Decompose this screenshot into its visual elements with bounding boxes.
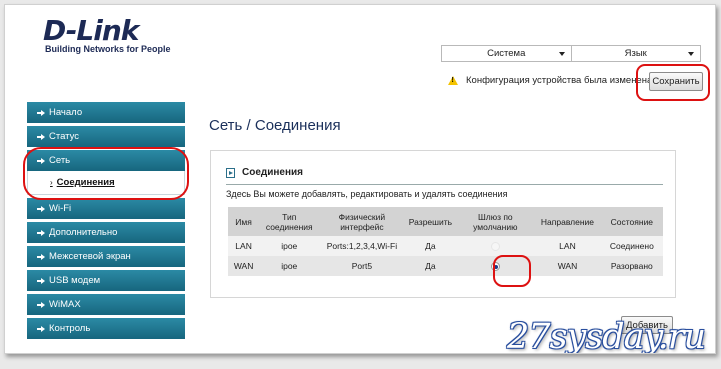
sidebar-item-wifi[interactable]: Wi-Fi (27, 198, 185, 219)
page-title: Сеть / Соединения (209, 117, 341, 134)
cell-type: ipoe (259, 236, 320, 256)
language-menu-label: Язык (624, 48, 647, 59)
arrow-right-icon (37, 301, 45, 308)
brand-tagline: Building Networks for People (45, 44, 171, 54)
divider (226, 184, 663, 185)
column-header: Разрешить (404, 207, 457, 236)
column-header: Направление (534, 207, 601, 236)
sidebar-item-label: Wi-Fi (49, 203, 72, 214)
cell-name: WAN (228, 256, 260, 276)
system-menu[interactable]: Система (442, 46, 572, 61)
sidebar-item-label: Статус (49, 131, 80, 142)
cell-state: Соединено (600, 236, 663, 256)
warning-icon (448, 76, 458, 85)
arrow-right-icon (37, 205, 45, 212)
sidebar-item-network[interactable]: Сеть (27, 150, 185, 171)
sidebar-item-control[interactable]: Контроль (27, 318, 185, 339)
system-menu-label: Система (487, 48, 526, 59)
sidebar-item-label: Контроль (49, 323, 91, 334)
top-menu-bar: Система Язык (441, 45, 701, 62)
sidebar: Начало Статус Сеть › Соединения Wi-Fi До… (27, 102, 185, 342)
cell-gateway (456, 236, 535, 256)
sidebar-item-label: WiMAX (49, 299, 81, 310)
sidebar-item-home[interactable]: Начало (27, 102, 185, 123)
column-header: Физический интерфейс (319, 207, 405, 236)
cell-name: LAN (228, 236, 260, 256)
notice-text: Конфигурация устройства была изменена (466, 75, 653, 86)
table-header-row: Имя Тип соединения Физический интерфейс … (228, 207, 663, 236)
site-watermark: 27sysday.ru (507, 317, 706, 354)
default-gateway-radio[interactable] (490, 262, 500, 272)
cell-interface: Ports:1,2,3,4,Wi-Fi (319, 236, 405, 256)
arrow-right-icon (37, 253, 45, 260)
sidebar-subitem-label: Соединения (56, 177, 115, 188)
default-gateway-radio[interactable] (490, 242, 500, 252)
panel-heading-label: Соединения (242, 167, 304, 178)
sidebar-item-advanced[interactable]: Дополнительно (27, 222, 185, 243)
chevron-down-icon (558, 52, 565, 56)
section-arrow-icon (226, 167, 235, 178)
sidebar-item-label: Начало (49, 107, 83, 118)
arrow-right-icon (37, 109, 45, 116)
arrow-right-icon (37, 133, 45, 140)
bullet-icon: › (50, 178, 53, 187)
arrow-right-icon (37, 325, 45, 332)
sidebar-subitem-connections[interactable]: › Соединения (27, 171, 185, 195)
chevron-down-icon (688, 52, 694, 56)
sidebar-item-label: Межсетевой экран (49, 251, 131, 262)
cell-enabled: Да (404, 256, 457, 276)
language-menu[interactable]: Язык (572, 46, 701, 61)
sidebar-item-status[interactable]: Статус (27, 126, 185, 147)
add-button[interactable]: Добавить (621, 316, 673, 334)
connections-table: Имя Тип соединения Физический интерфейс … (228, 207, 663, 276)
cell-direction: WAN (534, 256, 601, 276)
router-admin-window: D-Link Building Networks for People Сист… (4, 4, 716, 354)
panel-heading: Соединения (226, 167, 303, 178)
arrow-right-icon (37, 157, 45, 164)
dlink-logo: D-Link Building Networks for People (43, 14, 171, 55)
sidebar-item-label: USB модем (49, 275, 101, 286)
sidebar-item-label: Дополнительно (49, 227, 118, 238)
cell-state: Разорвано (600, 256, 663, 276)
table-row[interactable]: LAN ipoe Ports:1,2,3,4,Wi-Fi Да LAN Соед… (228, 236, 663, 256)
panel-description: Здесь Вы можете добавлять, редактировать… (226, 189, 508, 199)
cell-gateway (456, 256, 535, 276)
arrow-right-icon (37, 229, 45, 236)
column-header: Имя (228, 207, 260, 236)
cell-enabled: Да (404, 236, 457, 256)
cell-interface: Port5 (319, 256, 405, 276)
sidebar-item-wimax[interactable]: WiMAX (27, 294, 185, 315)
save-button[interactable]: Сохранить (649, 72, 703, 91)
cell-type: ipoe (259, 256, 320, 276)
brand-name: D-Link (43, 14, 139, 47)
cell-direction: LAN (534, 236, 601, 256)
column-header: Тип соединения (259, 207, 320, 236)
arrow-right-icon (37, 277, 45, 284)
sidebar-item-usb-modem[interactable]: USB модем (27, 270, 185, 291)
sidebar-item-firewall[interactable]: Межсетевой экран (27, 246, 185, 267)
table-row[interactable]: WAN ipoe Port5 Да WAN Разорвано (228, 256, 663, 276)
config-changed-notice: Конфигурация устройства была изменена (448, 75, 652, 86)
sidebar-item-label: Сеть (49, 155, 71, 166)
column-header: Состояние (600, 207, 663, 236)
column-header: Шлюз по умолчанию (456, 207, 535, 236)
connections-panel: Соединения Здесь Вы можете добавлять, ре… (210, 150, 676, 298)
